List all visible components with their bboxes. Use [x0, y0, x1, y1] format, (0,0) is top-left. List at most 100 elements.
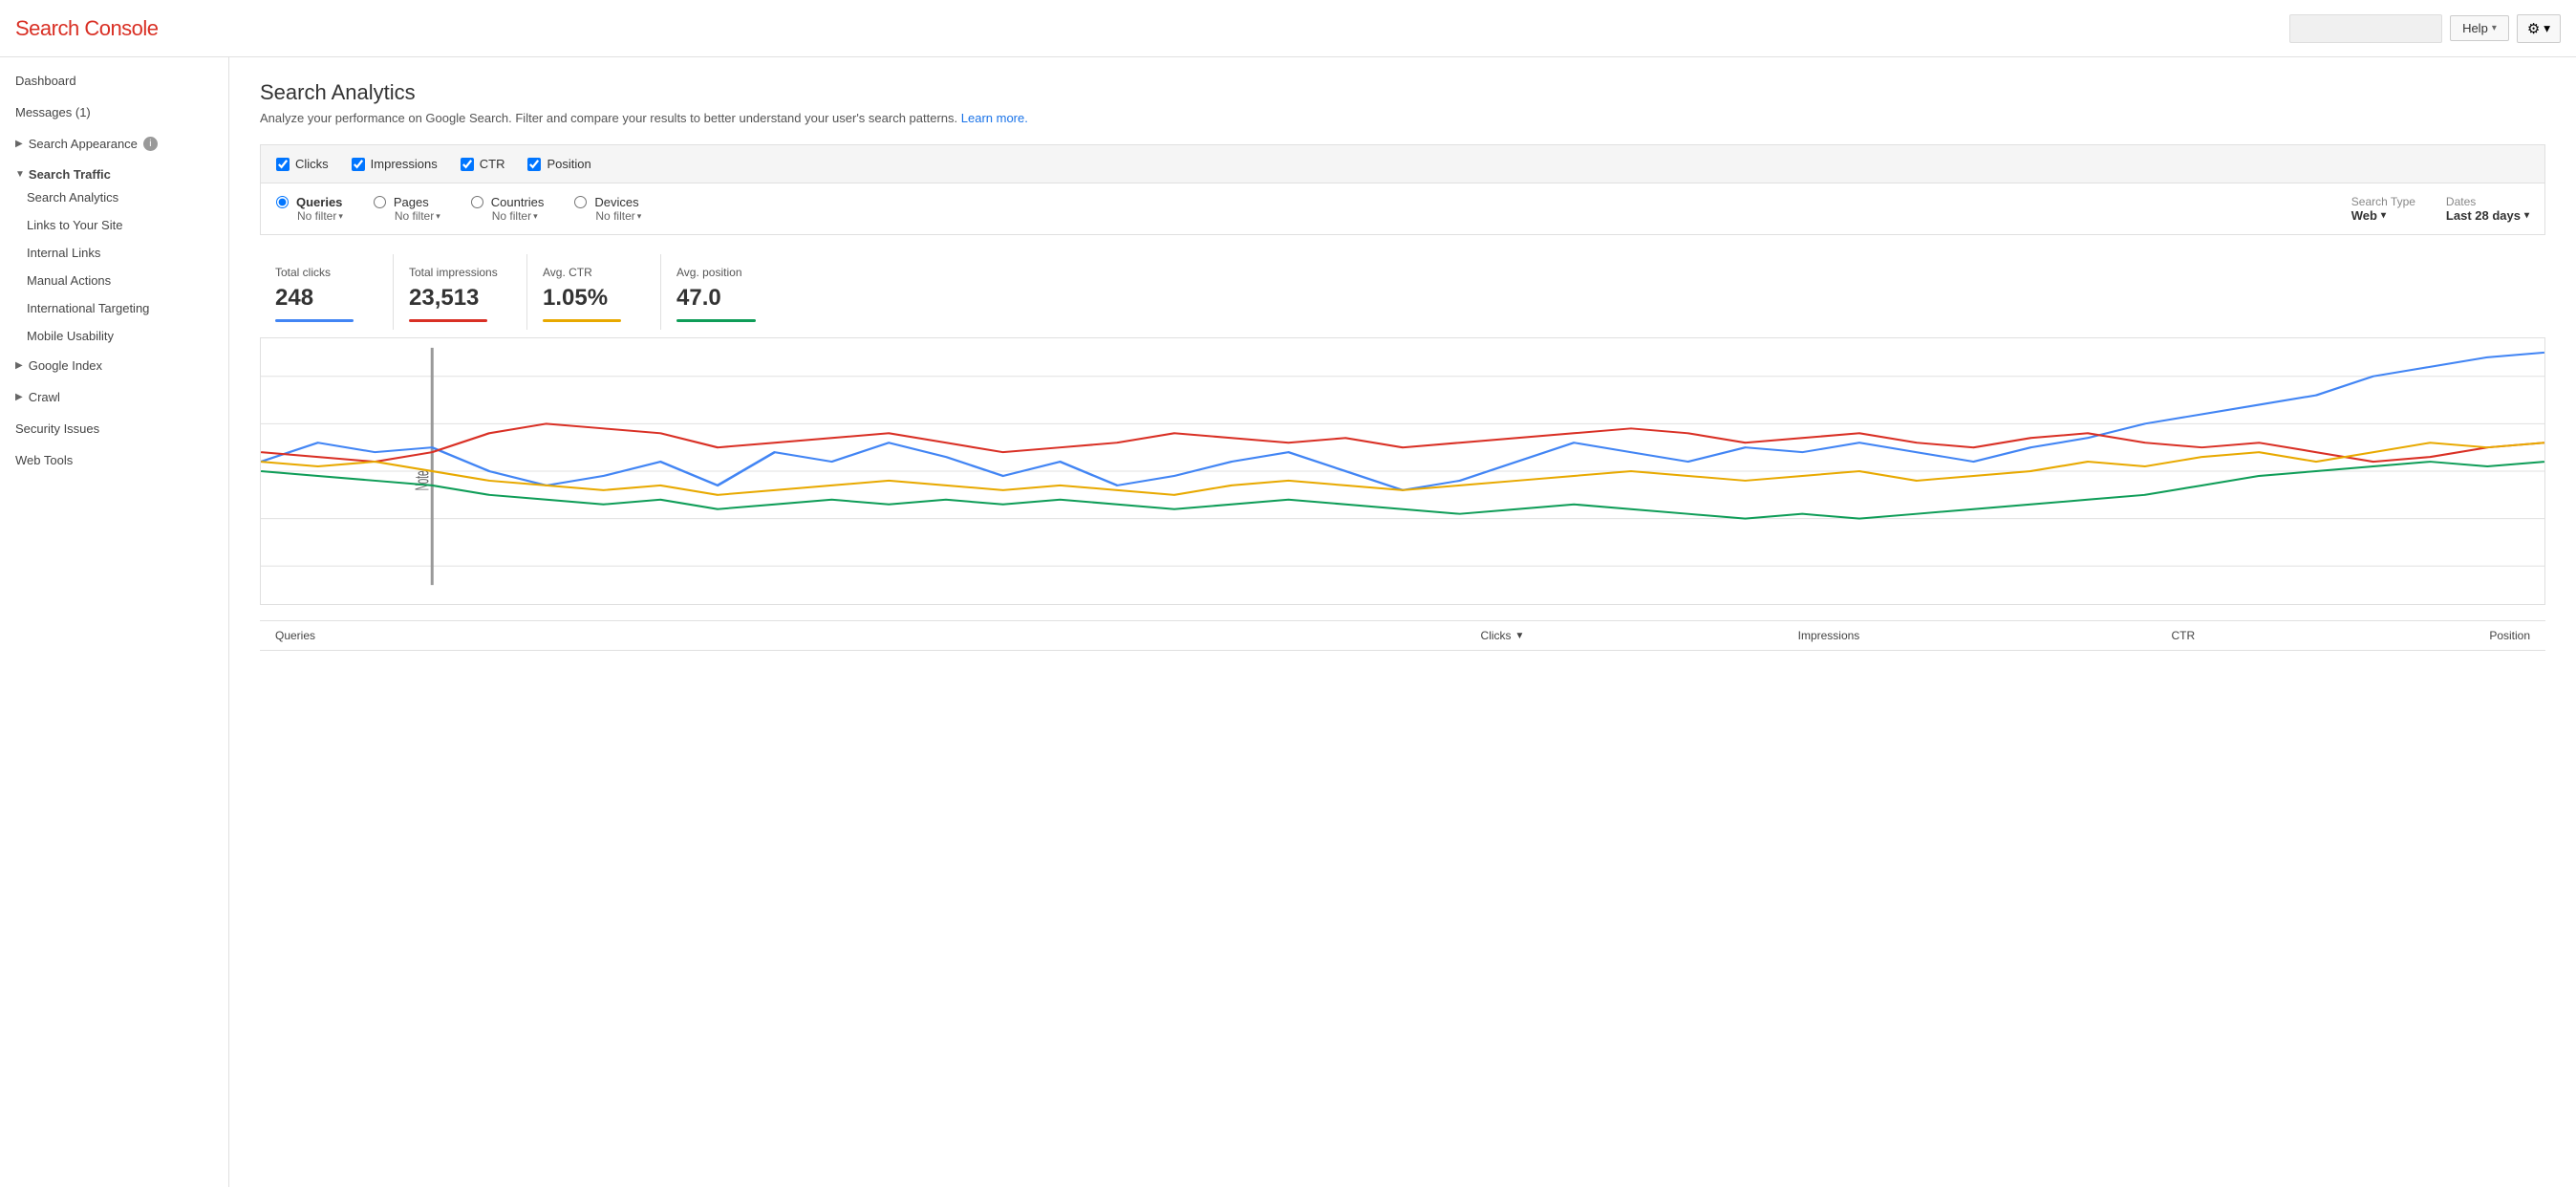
- sidebar-item-google-index[interactable]: ▶ Google Index: [0, 350, 228, 381]
- clicks-label: Clicks: [295, 157, 329, 171]
- header-right: Help ▾ ⚙ ▾: [2289, 14, 2561, 43]
- help-button[interactable]: Help ▾: [2450, 15, 2509, 41]
- devices-radio[interactable]: [574, 196, 587, 208]
- dates-label: Dates: [2446, 195, 2529, 208]
- dimensions-bar: Queries No filter ▾ Pages No filter ▾: [260, 183, 2545, 235]
- avg-position-value: 47.0: [676, 285, 776, 312]
- search-type-value[interactable]: Web ▾: [2351, 208, 2415, 223]
- search-type-selector[interactable]: Search Type Web ▾: [2351, 195, 2415, 223]
- stats-row: Total clicks 248 Total impressions 23,51…: [260, 254, 2545, 330]
- ctr-line: [261, 442, 2544, 495]
- stat-total-clicks: Total clicks 248: [260, 254, 394, 330]
- th-position[interactable]: Position: [2210, 629, 2545, 642]
- pages-dim-label: Pages: [394, 195, 429, 209]
- th-queries[interactable]: Queries: [260, 629, 1205, 642]
- avg-ctr-bar: [543, 319, 621, 322]
- clicks-sort-icon: ▼: [1515, 631, 1525, 641]
- dim-queries[interactable]: Queries No filter ▾: [276, 195, 343, 223]
- countries-radio[interactable]: [471, 196, 483, 208]
- metric-ctr[interactable]: CTR: [461, 157, 505, 171]
- pages-filter[interactable]: No filter ▾: [395, 209, 440, 223]
- settings-button[interactable]: ⚙ ▾: [2517, 14, 2561, 43]
- dates-value[interactable]: Last 28 days ▾: [2446, 208, 2529, 223]
- chevron-right-icon3: ▶: [15, 392, 23, 402]
- clicks-line: [261, 353, 2544, 490]
- pages-radio[interactable]: [374, 196, 386, 208]
- impressions-checkbox[interactable]: [352, 158, 365, 171]
- chart-svg: Note: [261, 338, 2544, 604]
- svg-text:Note: Note: [413, 470, 434, 490]
- queries-filter-chevron-icon: ▾: [338, 211, 343, 222]
- th-clicks[interactable]: Clicks ▼: [1205, 629, 1540, 642]
- avg-position-bar: [676, 319, 756, 322]
- impressions-label: Impressions: [371, 157, 438, 171]
- sidebar-item-links-to-your-site[interactable]: Links to Your Site: [0, 211, 228, 239]
- metric-impressions[interactable]: Impressions: [352, 157, 438, 171]
- sidebar-item-security-issues[interactable]: Security Issues: [0, 413, 228, 444]
- clicks-checkbox[interactable]: [276, 158, 290, 171]
- th-ctr[interactable]: CTR: [1875, 629, 2210, 642]
- dim-devices[interactable]: Devices No filter ▾: [574, 195, 641, 223]
- metric-clicks[interactable]: Clicks: [276, 157, 329, 171]
- sidebar-item-internal-links[interactable]: Internal Links: [0, 239, 228, 267]
- sidebar-item-dashboard[interactable]: Dashboard: [0, 65, 228, 97]
- page-subtitle: Analyze your performance on Google Searc…: [260, 111, 2545, 125]
- stat-avg-ctr: Avg. CTR 1.05%: [527, 254, 661, 330]
- sidebar-item-manual-actions[interactable]: Manual Actions: [0, 267, 228, 294]
- dates-chevron-icon: ▾: [2524, 210, 2529, 221]
- stat-total-impressions: Total impressions 23,513: [394, 254, 527, 330]
- sidebar-item-web-tools[interactable]: Web Tools: [0, 444, 228, 476]
- settings-chevron-icon: ▾: [2544, 21, 2550, 36]
- main-content: Search Analytics Analyze your performanc…: [229, 57, 2576, 1187]
- queries-radio[interactable]: [276, 196, 289, 208]
- help-chevron-icon: ▾: [2492, 23, 2497, 33]
- sidebar-item-international-targeting[interactable]: International Targeting: [0, 294, 228, 322]
- stat-avg-position: Avg. position 47.0: [661, 254, 795, 330]
- table-header: Queries Clicks ▼ Impressions CTR Positio…: [260, 620, 2545, 651]
- countries-filter-chevron-icon: ▾: [533, 211, 538, 222]
- ctr-label: CTR: [480, 157, 505, 171]
- dates-selector[interactable]: Dates Last 28 days ▾: [2446, 195, 2529, 223]
- ctr-checkbox[interactable]: [461, 158, 474, 171]
- sidebar-item-search-analytics[interactable]: Search Analytics: [0, 183, 228, 211]
- queries-filter[interactable]: No filter ▾: [297, 209, 343, 223]
- dim-pages[interactable]: Pages No filter ▾: [374, 195, 440, 223]
- chevron-right-icon2: ▶: [15, 360, 23, 371]
- sidebar-item-search-traffic[interactable]: ▼ Search Traffic: [0, 160, 228, 183]
- chart-area: Note: [260, 337, 2545, 605]
- site-search-bar[interactable]: [2289, 14, 2442, 43]
- position-checkbox[interactable]: [527, 158, 541, 171]
- devices-filter-chevron-icon: ▾: [637, 211, 642, 222]
- app-logo: Search Console: [15, 16, 159, 41]
- metric-position[interactable]: Position: [527, 157, 590, 171]
- help-label: Help: [2462, 21, 2488, 35]
- total-impressions-bar: [409, 319, 487, 322]
- search-type-label: Search Type: [2351, 195, 2415, 208]
- sidebar-item-search-appearance[interactable]: ▶ Search Appearance i: [0, 128, 228, 160]
- avg-ctr-label: Avg. CTR: [543, 266, 641, 279]
- countries-filter[interactable]: No filter ▾: [492, 209, 545, 223]
- th-impressions[interactable]: Impressions: [1539, 629, 1875, 642]
- queries-dim-label: Queries: [296, 195, 342, 209]
- total-impressions-label: Total impressions: [409, 266, 507, 279]
- pages-filter-chevron-icon: ▾: [436, 211, 440, 222]
- dim-right: Search Type Web ▾ Dates Last 28 days ▾: [2351, 195, 2529, 223]
- dim-countries[interactable]: Countries No filter ▾: [471, 195, 545, 223]
- learn-more-link[interactable]: Learn more.: [961, 111, 1028, 125]
- layout: Dashboard Messages (1) ▶ Search Appearan…: [0, 57, 2576, 1187]
- page-title: Search Analytics: [260, 80, 2545, 105]
- countries-dim-label: Countries: [491, 195, 545, 209]
- devices-filter[interactable]: No filter ▾: [595, 209, 641, 223]
- chevron-right-icon: ▶: [15, 139, 23, 149]
- sidebar-item-crawl[interactable]: ▶ Crawl: [0, 381, 228, 413]
- sidebar-item-mobile-usability[interactable]: Mobile Usability: [0, 322, 228, 350]
- position-label: Position: [547, 157, 590, 171]
- sidebar: Dashboard Messages (1) ▶ Search Appearan…: [0, 57, 229, 1187]
- avg-position-label: Avg. position: [676, 266, 776, 279]
- total-clicks-label: Total clicks: [275, 266, 374, 279]
- total-clicks-value: 248: [275, 285, 374, 312]
- gear-icon: ⚙: [2527, 20, 2540, 37]
- sidebar-item-messages[interactable]: Messages (1): [0, 97, 228, 128]
- devices-dim-label: Devices: [594, 195, 638, 209]
- info-icon: i: [143, 137, 158, 151]
